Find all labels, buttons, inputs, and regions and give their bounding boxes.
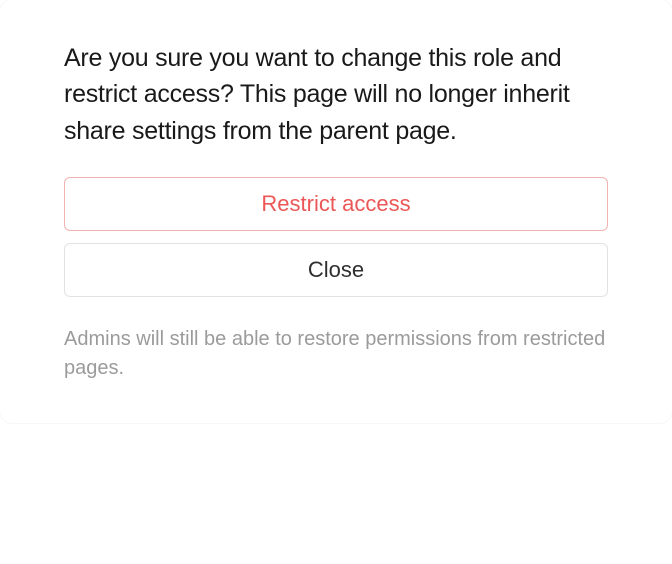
confirm-dialog: Are you sure you want to change this rol… [0,0,672,423]
dialog-message: Are you sure you want to change this rol… [64,40,608,149]
close-button[interactable]: Close [64,243,608,297]
restrict-access-button[interactable]: Restrict access [64,177,608,231]
footer-note: Admins will still be able to restore per… [64,325,608,383]
button-group: Restrict access Close [64,177,608,297]
